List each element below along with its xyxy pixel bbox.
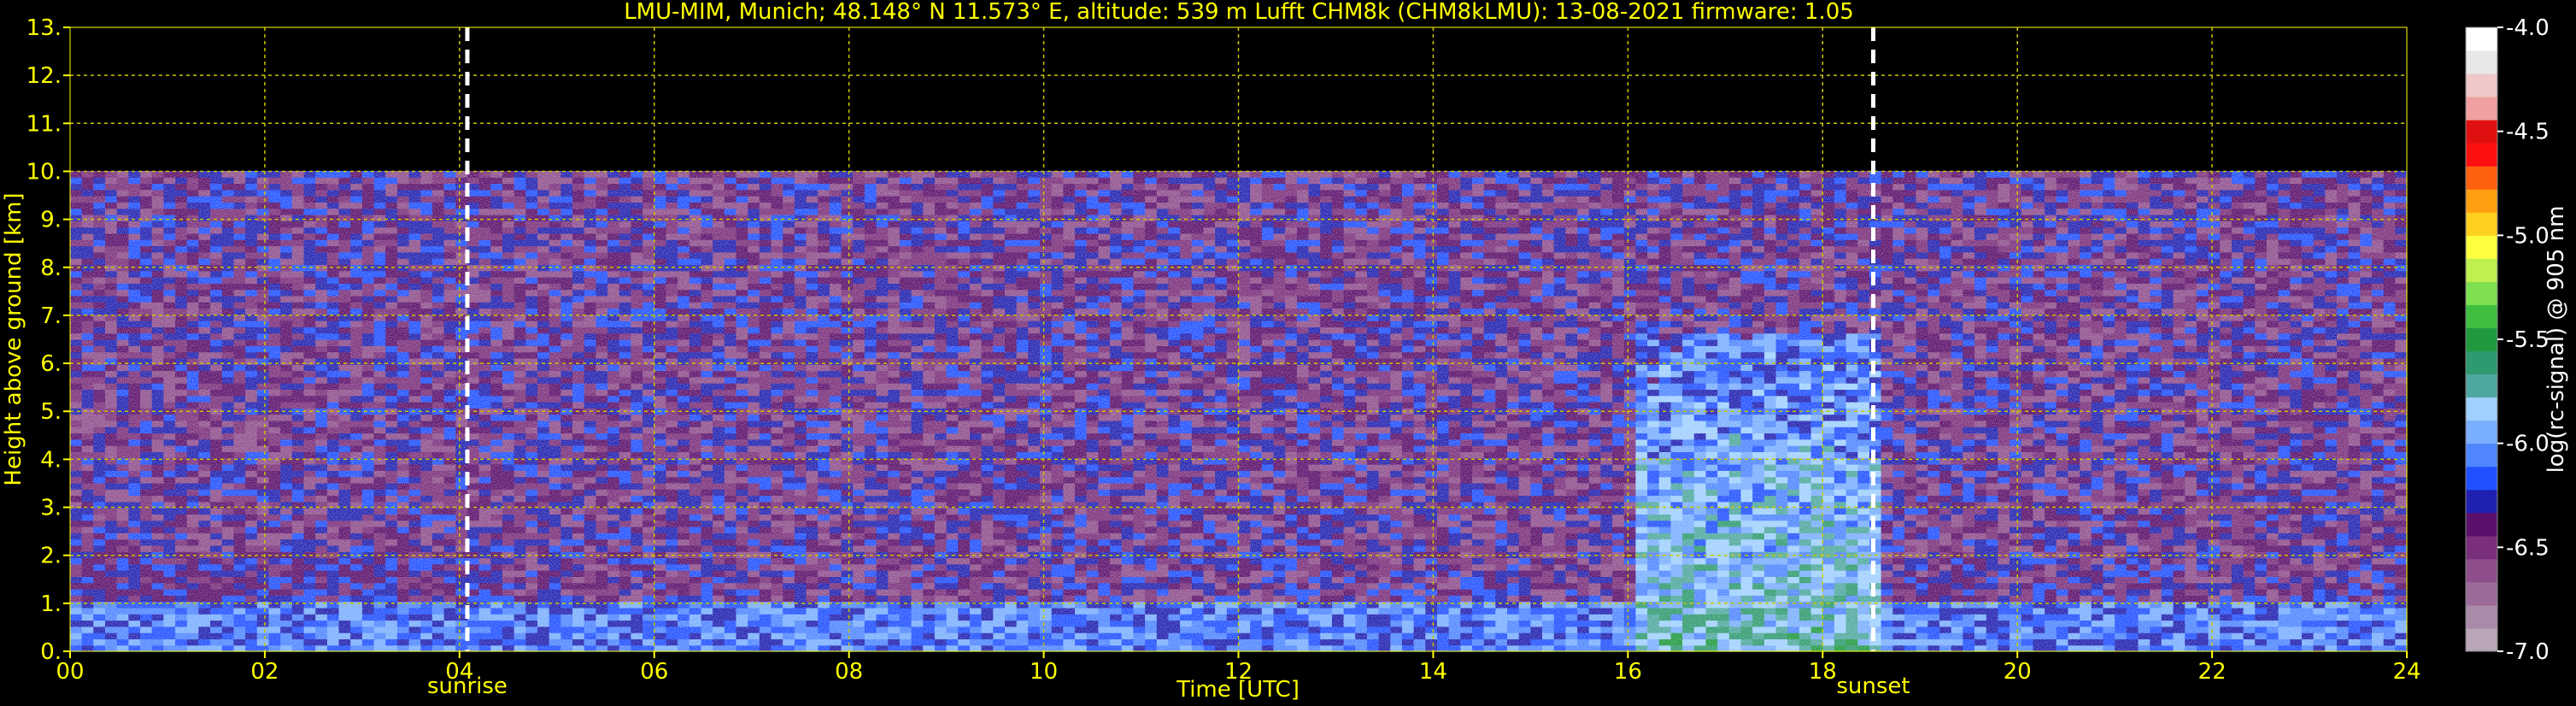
ceilometer-chart: sunrise sunset 0.1.2.3.4.5.6.7.8.9.10.11.… (1, 0, 2569, 703)
